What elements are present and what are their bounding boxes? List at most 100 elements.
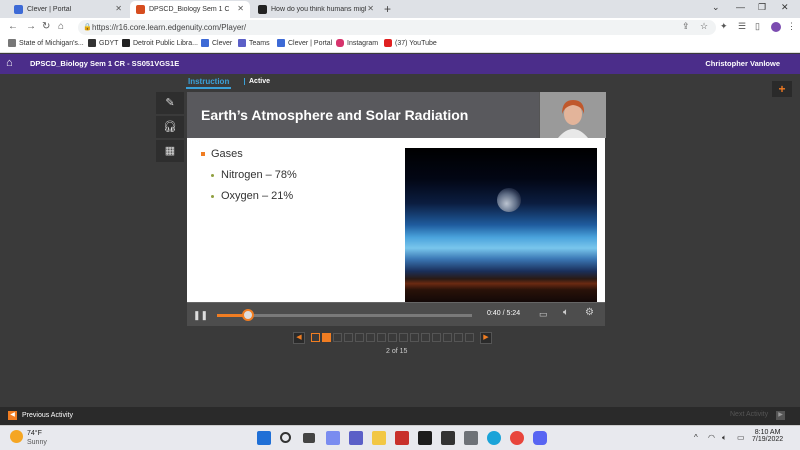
tab-instruction[interactable]: Instruction <box>186 76 232 89</box>
brainly-icon <box>258 5 267 14</box>
instagram-icon <box>336 39 344 47</box>
page-indicator[interactable] <box>399 333 408 342</box>
tab-clever-portal[interactable]: Clever | Portal ✕ <box>8 1 128 18</box>
weather-condition: Sunny <box>27 439 47 446</box>
tab-active[interactable]: Active <box>244 78 270 85</box>
slide-title: Earth’s Atmosphere and Solar Radiation <box>201 107 469 123</box>
search-icon[interactable] <box>280 432 291 443</box>
page-indicator[interactable] <box>432 333 441 342</box>
share-icon[interactable]: ⇪ <box>682 21 690 32</box>
video-slide: Earth’s Atmosphere and Solar Radiation G… <box>187 92 606 302</box>
progress-track[interactable] <box>217 309 472 321</box>
reload-icon[interactable]: ↻ <box>42 21 50 32</box>
extensions-icon[interactable]: ✦ <box>720 21 728 32</box>
url-bar[interactable]: 🔒 https://r16.core.learn.edgenuity.com/P… <box>78 20 716 35</box>
file-explorer-icon[interactable] <box>372 431 386 445</box>
bookmark-item[interactable]: Detroit Public Libra... <box>122 39 198 47</box>
app-icon[interactable] <box>464 431 478 445</box>
bookmark-item[interactable]: Clever | Portal <box>277 39 332 47</box>
star-icon[interactable]: ☆ <box>700 21 708 32</box>
battery-icon[interactable]: ▭ <box>737 433 745 442</box>
user-name[interactable]: Christopher Vanlowe <box>705 59 780 68</box>
page-indicator[interactable] <box>421 333 430 342</box>
page-indicator[interactable] <box>311 333 320 342</box>
lock-icon: 🔒 <box>83 24 92 31</box>
volume-icon[interactable]: 🔈︎ <box>563 307 569 318</box>
volume-icon[interactable]: 🔈︎ <box>722 433 727 443</box>
page-indicator[interactable] <box>333 333 342 342</box>
forward-icon[interactable]: → <box>26 21 36 32</box>
prev-slide-button[interactable]: ◀ <box>293 332 305 344</box>
page-indicator[interactable] <box>322 333 331 342</box>
tab-edgenuity[interactable]: DPSCD_Biology Sem 1 CR - Edgenuity ✕ <box>130 1 250 18</box>
captions-icon[interactable]: ▭ <box>539 309 548 320</box>
page-indicator[interactable] <box>443 333 452 342</box>
gear-icon[interactable]: ⚙ <box>585 307 594 318</box>
address-toolbar: ← → ↻ ⌂ 🔒 https://r16.core.learn.edgenui… <box>0 18 800 37</box>
edgenuity-icon <box>136 5 145 14</box>
epic-games-icon[interactable] <box>441 431 455 445</box>
next-slide-button[interactable]: ▶ <box>480 332 492 344</box>
chevron-left-icon: ◀ <box>8 411 17 420</box>
pause-icon[interactable]: ❚❚ <box>193 308 208 322</box>
page-indicator[interactable] <box>465 333 474 342</box>
page-indicator[interactable] <box>355 333 364 342</box>
next-activity-button[interactable]: ▶ <box>776 411 785 420</box>
bookmarks-bar: State of Michigan's... GDYT Detroit Publ… <box>0 37 800 53</box>
teams-icon[interactable] <box>349 431 363 445</box>
page-indicator[interactable] <box>410 333 419 342</box>
calculator-icon[interactable]: ▦ <box>156 140 184 162</box>
mcafee-icon[interactable] <box>395 431 409 445</box>
restore-button[interactable]: ❐ <box>758 2 766 13</box>
discord-icon[interactable] <box>533 431 547 445</box>
task-view-icon[interactable] <box>303 433 315 443</box>
menu-icon[interactable]: ⋮ <box>787 21 796 32</box>
page-indicator[interactable] <box>366 333 375 342</box>
close-tab-icon[interactable]: ✕ <box>115 4 122 13</box>
new-tab-button[interactable]: + <box>384 2 391 16</box>
previous-activity-button[interactable]: ◀ Previous Activity <box>8 411 73 420</box>
page-indicator[interactable] <box>454 333 463 342</box>
chrome-icon[interactable] <box>510 431 524 445</box>
home-icon[interactable]: ⌂ <box>6 57 13 69</box>
close-tab-icon[interactable]: ✕ <box>237 4 244 13</box>
next-activity-label: Next Activity <box>730 411 769 418</box>
reading-list-icon[interactable]: ☰ <box>738 21 746 32</box>
close-tab-icon[interactable]: ✕ <box>367 4 374 13</box>
tool-sidebar: ✎ 🎧︎ ▦ <box>156 92 184 162</box>
profile-avatar[interactable] <box>771 22 781 32</box>
app-header: ⌂ DPSCD_Biology Sem 1 CR - SS051VGS1E Ch… <box>0 54 800 74</box>
back-icon[interactable]: ← <box>8 21 18 32</box>
bookmark-item[interactable]: (37) YouTube <box>384 39 437 47</box>
minimize-button[interactable]: — <box>736 2 745 12</box>
wifi-icon[interactable]: ◠ <box>708 433 715 442</box>
pencil-icon[interactable]: ✎ <box>156 92 184 114</box>
page-count: 2 of 15 <box>386 348 408 355</box>
bookmark-item[interactable]: Clever <box>201 39 232 47</box>
page-indicator[interactable] <box>344 333 353 342</box>
bookmark-item[interactable]: GDYT <box>88 39 118 47</box>
home-icon[interactable]: ⌂ <box>58 21 64 32</box>
tab-brainly[interactable]: How do you think humans might ✕ <box>252 1 380 18</box>
progress-handle[interactable] <box>242 309 254 321</box>
chevron-up-icon[interactable]: ^ <box>694 433 698 442</box>
expand-button[interactable]: + <box>772 81 792 97</box>
presenter-video <box>539 92 606 138</box>
tab-search-icon[interactable]: ⌄ <box>712 2 720 13</box>
youtube-icon <box>384 39 392 47</box>
edge-icon[interactable] <box>487 431 501 445</box>
close-window-button[interactable]: ✕ <box>781 2 789 13</box>
windows-taskbar: 74°F Sunny ^ ◠ 🔈︎ ▭ 8:10 AM 7/19/2022 <box>0 425 800 450</box>
page-indicator[interactable] <box>377 333 386 342</box>
time-display: 0:40 / 5:24 <box>487 310 521 317</box>
system-clock[interactable]: 8:10 AM 7/19/2022 <box>752 429 783 443</box>
bookmark-item[interactable]: State of Michigan's... <box>8 39 84 47</box>
bookmark-item[interactable]: Teams <box>238 39 270 47</box>
headphones-icon[interactable]: 🎧︎ <box>156 116 184 138</box>
store-icon[interactable] <box>418 431 432 445</box>
widgets-icon[interactable] <box>326 431 340 445</box>
side-panel-icon[interactable]: ▯ <box>755 21 760 32</box>
start-icon[interactable] <box>257 431 271 445</box>
page-indicator[interactable] <box>388 333 397 342</box>
bookmark-item[interactable]: Instagram <box>336 39 378 47</box>
